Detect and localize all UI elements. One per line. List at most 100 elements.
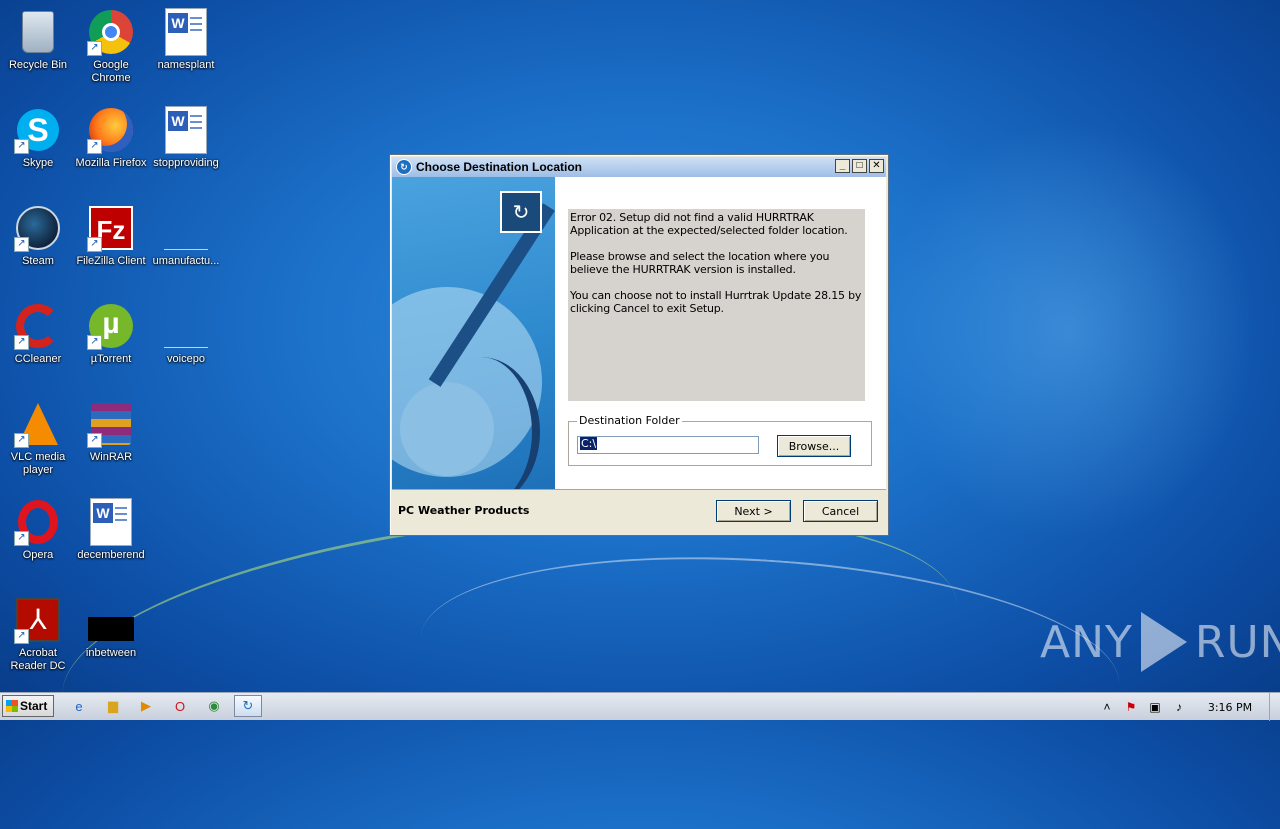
cancel-button[interactable]: Cancel (803, 500, 878, 522)
file-explorer-icon[interactable]: ▆ (104, 697, 122, 715)
shortcut-arrow-icon: ↗ (14, 433, 29, 448)
close-button[interactable]: ✕ (869, 159, 884, 173)
desktop-icon-steam[interactable]: ↗ Steam (0, 204, 76, 268)
windows-logo-icon (6, 700, 18, 712)
system-tray: ˄ ⚑ ▣ ♪ 3:16 PM (1095, 693, 1280, 721)
desktop-icon-google-chrome[interactable]: ↗ Google Chrome (73, 8, 149, 85)
word-document-icon: W (90, 498, 132, 546)
desktop-icon-label: Steam (22, 255, 54, 267)
shortcut-arrow-icon: ↗ (14, 237, 29, 252)
window-controls: _ □ ✕ (835, 159, 884, 173)
browse-button[interactable]: Browse... (777, 435, 851, 457)
desktop-icon-mozilla-firefox[interactable]: ↗ Mozilla Firefox (73, 106, 149, 170)
desktop-icon-label: Mozilla Firefox (75, 157, 147, 169)
desktop-icon-label: Skype (22, 157, 54, 169)
internet-explorer-icon[interactable]: e (70, 697, 88, 715)
desktop-icon-label: Opera (22, 549, 54, 561)
error-message-box: Error 02. Setup did not find a valid HUR… (568, 209, 865, 401)
media-player-icon[interactable]: ▶ (137, 697, 155, 715)
desktop-icon-label: stopproviding (153, 157, 219, 169)
chrome-taskbar-icon[interactable]: ◉ (205, 697, 223, 715)
shortcut-arrow-icon: ↗ (87, 433, 102, 448)
company-label: PC Weather Products (398, 504, 530, 517)
desktop-icon-label: Recycle Bin (8, 59, 68, 71)
word-document-icon: W (165, 8, 207, 56)
tray-expand-icon[interactable]: ˄ (1099, 699, 1115, 715)
taskbar: Start e ▆ ▶ O ◉ ↻ ˄ ⚑ ▣ ♪ 3:16 PM (0, 692, 1280, 721)
setup-side-banner: ↻ (392, 177, 555, 489)
shortcut-arrow-icon: ↗ (87, 139, 102, 154)
desktop-icon-voicepo[interactable]: voicepo (148, 302, 224, 366)
wallpaper-glow (880, 120, 1260, 540)
maximize-button[interactable]: □ (852, 159, 867, 173)
desktop-icon-recycle-bin[interactable]: Recycle Bin (0, 8, 76, 72)
setup-taskbar-icon[interactable]: ↻ (234, 695, 262, 717)
footer-divider (392, 489, 886, 490)
shortcut-arrow-icon: ↗ (14, 531, 29, 546)
desktop-icon-stopproviding[interactable]: W stopproviding (148, 106, 224, 170)
shortcut-arrow-icon: ↗ (14, 335, 29, 350)
blank-file-icon (164, 227, 208, 250)
shortcut-arrow-icon: ↗ (87, 41, 102, 56)
desktop-icon-utorrent[interactable]: µ ↗ µTorrent (73, 302, 149, 366)
destination-folder-value: C:\ (580, 437, 598, 450)
desktop-icon-namesplant[interactable]: W namesplant (148, 8, 224, 72)
desktop-icon-umanufactu[interactable]: umanufactu... (148, 204, 224, 268)
destination-folder-input[interactable]: C:\ (577, 436, 759, 454)
desktop-icon-label: Acrobat Reader DC (10, 647, 66, 672)
desktop-icon-label: namesplant (157, 59, 215, 71)
anyrun-watermark: ANY RUN (1040, 612, 1280, 672)
next-button[interactable]: Next > (716, 500, 791, 522)
shortcut-arrow-icon: ↗ (87, 237, 102, 252)
setup-dialog: ↻ Choose Destination Location _ □ ✕ ↻ Er… (389, 154, 889, 536)
word-document-icon: W (165, 106, 207, 154)
destination-folder-label: Destination Folder (577, 414, 682, 427)
play-icon (1140, 612, 1187, 672)
desktop-icon-label: inbetween (85, 647, 137, 659)
desktop-icon-label: voicepo (167, 353, 205, 365)
clock[interactable]: 3:16 PM (1191, 701, 1269, 714)
start-label: Start (20, 699, 48, 713)
desktop-icon-winrar[interactable]: ↗ WinRAR (73, 400, 149, 464)
minimize-button[interactable]: _ (835, 159, 850, 173)
desktop-icon-label: Google Chrome (91, 59, 131, 84)
desktop-icon-label: FileZilla Client (76, 255, 146, 267)
desktop-icon-skype[interactable]: S ↗ Skype (0, 106, 76, 170)
error-message-line: Error 02. Setup did not find a valid HUR… (570, 211, 848, 237)
black-file-icon (88, 617, 134, 641)
destination-folder-group: Destination Folder C:\ Browse... (568, 414, 872, 466)
desktop-icon-label: CCleaner (14, 353, 62, 365)
desktop-icon-opera[interactable]: ↗ Opera (0, 498, 76, 562)
desktop-icon-decemberend[interactable]: W decemberend (73, 498, 149, 562)
instruction-message-line: Please browse and select the location wh… (570, 250, 830, 276)
watermark-text: ANY (1040, 616, 1133, 668)
dialog-title: Choose Destination Location (416, 160, 583, 174)
opera-taskbar-icon[interactable]: O (171, 697, 189, 715)
desktop-icon-inbetween[interactable]: inbetween (73, 596, 149, 660)
desktop-icon-acrobat[interactable]: ⅄ ↗ Acrobat Reader DC (0, 596, 76, 673)
desktop-icon-label: decemberend (77, 549, 145, 561)
start-button[interactable]: Start (2, 695, 54, 717)
show-desktop-button[interactable] (1269, 693, 1280, 721)
desktop-icon-ccleaner[interactable]: ↗ CCleaner (0, 302, 76, 366)
shortcut-arrow-icon: ↗ (87, 335, 102, 350)
desktop-icon-label: WinRAR (89, 451, 133, 463)
shortcut-arrow-icon: ↗ (14, 139, 29, 154)
shortcut-arrow-icon: ↗ (14, 629, 29, 644)
hurrtrak-logo-icon: ↻ (500, 191, 542, 233)
volume-icon[interactable]: ♪ (1171, 699, 1187, 715)
action-center-icon[interactable]: ⚑ (1123, 699, 1139, 715)
watermark-text: RUN (1194, 616, 1280, 668)
desktop-icon-label: µTorrent (90, 353, 132, 365)
cancel-hint-message-line: You can choose not to install Hurrtrak U… (570, 289, 862, 315)
desktop-icon-label: VLC media player (10, 451, 66, 476)
desktop-icon-label: umanufactu... (152, 255, 220, 267)
recycle-bin-icon (22, 11, 54, 53)
blank-file-icon (164, 325, 208, 348)
network-icon[interactable]: ▣ (1147, 699, 1163, 715)
desktop-icon-filezilla[interactable]: Fz ↗ FileZilla Client (73, 204, 149, 268)
setup-app-icon: ↻ (396, 159, 412, 175)
dialog-body: ↻ Error 02. Setup did not find a valid H… (392, 177, 886, 490)
dialog-titlebar[interactable]: ↻ Choose Destination Location _ □ ✕ (392, 157, 886, 177)
desktop-icon-vlc[interactable]: ↗ VLC media player (0, 400, 76, 477)
